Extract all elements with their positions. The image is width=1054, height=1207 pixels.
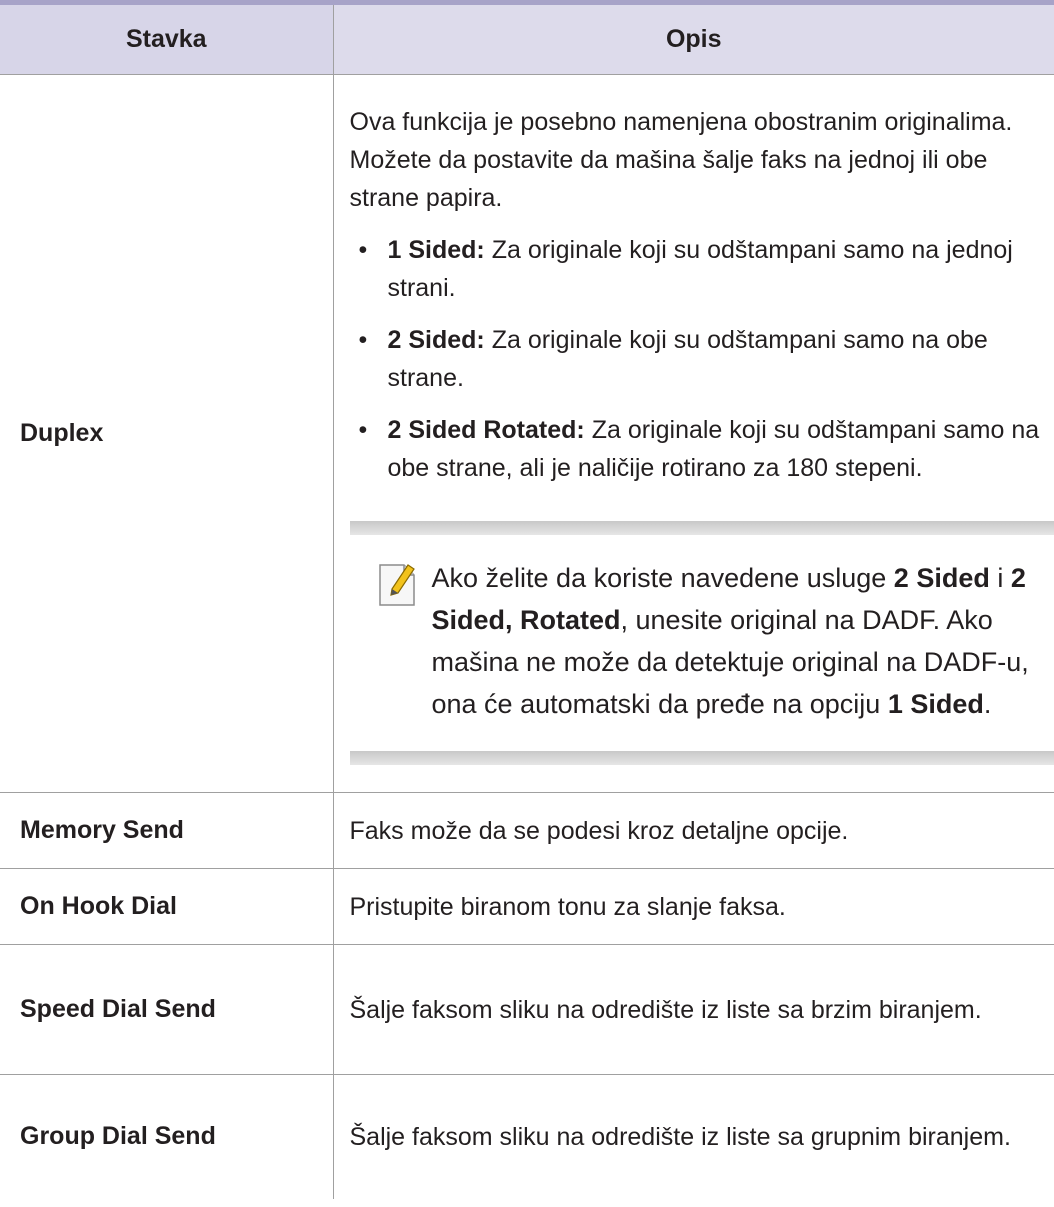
speed-dial-send-description: Šalje faksom sliku na odredište iz liste… [332, 944, 1054, 1075]
table-row-memory-send: Memory Send Faks može da se podesi kroz … [0, 792, 1054, 869]
group-dial-send-item-label: Group Dial Send [20, 1122, 216, 1151]
bullet-icon: • [358, 325, 368, 354]
memory-send-description: Faks može da se podesi kroz detaljne opc… [332, 792, 1054, 869]
duplex-note-box: Ako želite da koriste navedene usluge 2 … [349, 520, 1054, 765]
speed-dial-send-item-label: Speed Dial Send [0, 944, 333, 1075]
option-label: 1 Sided: [387, 235, 485, 264]
on-hook-dial-description: Pristupite biranom tonu za slanje faksa. [332, 868, 1054, 945]
option-label: 2 Sided: [387, 325, 485, 354]
table-header-row: Stavka Opis [0, 5, 1054, 75]
duplex-option-2-sided: • 2 Sided: Za originale koji su odštampa… [350, 321, 1041, 397]
duplex-option-1-sided: • 1 Sided: Za originale koji su odštampa… [350, 231, 1041, 307]
duplex-option-list: • 1 Sided: Za originale koji su odštampa… [350, 231, 1041, 487]
option-label: 2 Sided Rotated: [387, 415, 585, 444]
group-dial-send-description: Šalje faksom sliku na odredište iz liste… [332, 1074, 1054, 1199]
note-top-bar [349, 520, 1054, 535]
note-text: Ako želite da koriste navedene usluge [431, 562, 894, 593]
table-row-on-hook-dial: On Hook Dial Pristupite biranom tonu za … [0, 868, 1054, 945]
duplex-item-label: Duplex [0, 74, 333, 793]
note-bold-2-sided: 2 Sided [893, 562, 990, 593]
note-bold-1-sided: 1 Sided [887, 688, 984, 719]
options-table: Stavka Opis Duplex Ova funkcija je poseb… [0, 5, 1054, 1199]
table-row-group-dial-send: Group Dial Send Šalje faksom sliku na od… [0, 1074, 1054, 1199]
column-header-item: Stavka [0, 5, 333, 75]
note-bottom-bar [349, 750, 1054, 765]
note-text: i [989, 562, 1011, 593]
note-text: . [983, 688, 992, 719]
note-content: Ako želite da koriste navedene usluge 2 … [350, 535, 1054, 751]
bullet-icon: • [358, 235, 368, 264]
duplex-option-2-sided-rotated: • 2 Sided Rotated: Za originale koji su … [350, 411, 1041, 487]
column-header-description: Opis [332, 5, 1054, 75]
table-row-speed-dial-send: Speed Dial Send Šalje faksom sliku na od… [0, 944, 1054, 1075]
on-hook-dial-item-label: On Hook Dial [0, 868, 333, 945]
bullet-icon: • [358, 415, 368, 444]
table-row-duplex: Duplex Ova funkcija je posebno namenjena… [0, 74, 1054, 793]
duplex-intro: Ova funkcija je posebno namenjena obostr… [349, 107, 1013, 212]
duplex-description: Ova funkcija je posebno namenjena obostr… [332, 74, 1054, 793]
memory-send-item-label: Memory Send [0, 792, 333, 869]
note-pencil-icon [378, 563, 415, 606]
